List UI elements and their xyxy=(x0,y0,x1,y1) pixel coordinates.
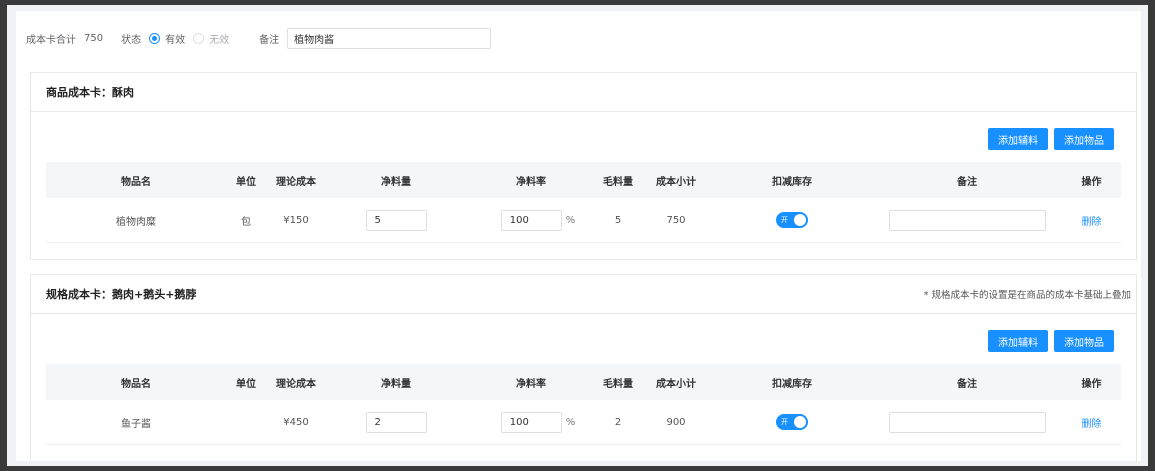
status-valid-label: 有效 xyxy=(165,34,186,46)
status-valid-radio[interactable]: 有效 xyxy=(149,31,185,46)
col-action: 操作 xyxy=(1081,176,1102,188)
card-actions: 添加辅料 添加物品 xyxy=(988,128,1114,150)
col-action: 操作 xyxy=(1081,378,1102,390)
item-subtotal: 750 xyxy=(666,214,686,226)
card-note: * 规格成本卡的设置是在商品的成本卡基础上叠加 xyxy=(923,290,1131,301)
percent-unit: % xyxy=(565,214,576,226)
col-theory-cost: 理论成本 xyxy=(276,378,316,390)
row-remark-input[interactable] xyxy=(888,411,1046,433)
delete-link[interactable]: 删除 xyxy=(1082,415,1102,430)
net-rate-input[interactable]: 100 xyxy=(500,209,562,231)
cost-table: 物品名 单位 理论成本 净料量 净料率 毛料量 成本小计 扣减库存 备注 操作 … xyxy=(46,364,1121,445)
deduct-stock-toggle[interactable]: 开 xyxy=(776,212,808,228)
percent-unit: % xyxy=(565,416,576,428)
item-theory-cost: ¥450 xyxy=(283,416,309,428)
toggle-knob xyxy=(794,416,806,428)
net-qty-cell: 2 xyxy=(326,411,466,433)
table-row: 植物肉糜 包 ¥150 5 100 % 5 750 开 删除 xyxy=(46,198,1121,243)
col-gross-qty: 毛料量 xyxy=(603,378,633,390)
item-unit: 包 xyxy=(241,216,251,228)
card-title: 规格成本卡：鹅肉+鹅头+鹅脖 xyxy=(46,288,197,301)
add-item-button[interactable]: 添加物品 xyxy=(1054,330,1114,352)
action-cell: 删除 xyxy=(1062,213,1121,228)
total-label: 成本卡合计 xyxy=(26,34,76,46)
remark-input[interactable]: 植物肉酱 xyxy=(287,27,492,49)
col-net-rate: 净料率 xyxy=(516,176,546,188)
net-qty-input[interactable]: 5 xyxy=(365,209,427,231)
col-unit: 单位 xyxy=(236,176,256,188)
remark-cell xyxy=(872,411,1062,433)
toggle-label: 开 xyxy=(781,216,788,224)
deduct-stock-cell: 开 xyxy=(712,212,872,228)
col-remark: 备注 xyxy=(957,378,977,390)
deduct-stock-cell: 开 xyxy=(712,414,872,430)
deduct-stock-toggle[interactable]: 开 xyxy=(776,414,808,430)
col-unit: 单位 xyxy=(236,378,256,390)
summary-bar: 成本卡合计 750 状态 有效 无效 备注 植物肉酱 xyxy=(26,27,1141,49)
col-item-name: 物品名 xyxy=(121,176,151,188)
net-qty-cell: 5 xyxy=(326,209,466,231)
col-theory-cost: 理论成本 xyxy=(276,176,316,188)
net-rate-cell: 100 % xyxy=(466,209,596,231)
col-deduct-stock: 扣减库存 xyxy=(772,378,812,390)
card-actions: 添加辅料 添加物品 xyxy=(988,330,1114,352)
item-name: 植物肉糜 xyxy=(116,216,156,228)
col-item-name: 物品名 xyxy=(121,378,151,390)
row-remark-input[interactable] xyxy=(888,209,1046,231)
main-content: 成本卡合计 750 状态 有效 无效 备注 植物肉酱 商品成本卡：酥肉 添加辅料… xyxy=(16,11,1141,461)
radio-checked-icon xyxy=(149,32,161,44)
col-net-qty: 净料量 xyxy=(381,176,411,188)
card-header: 规格成本卡：鹅肉+鹅头+鹅脖 * 规格成本卡的设置是在商品的成本卡基础上叠加 xyxy=(31,275,1136,314)
card-title: 商品成本卡：酥肉 xyxy=(46,86,134,99)
col-subtotal: 成本小计 xyxy=(656,176,696,188)
item-subtotal: 900 xyxy=(666,416,686,428)
item-gross-qty: 2 xyxy=(614,416,622,428)
net-rate-input[interactable]: 100 xyxy=(500,411,562,433)
col-subtotal: 成本小计 xyxy=(656,378,696,390)
action-cell: 删除 xyxy=(1062,415,1121,430)
status-invalid-radio[interactable]: 无效 xyxy=(193,31,229,46)
status-invalid-label: 无效 xyxy=(209,34,230,46)
cost-table: 物品名 单位 理论成本 净料量 净料率 毛料量 成本小计 扣减库存 备注 操作 … xyxy=(46,162,1121,243)
app-frame: 成本卡合计 750 状态 有效 无效 备注 植物肉酱 商品成本卡：酥肉 添加辅料… xyxy=(7,5,1148,466)
add-aux-button[interactable]: 添加辅料 xyxy=(988,128,1048,150)
item-theory-cost: ¥150 xyxy=(283,214,309,226)
table-row: 鱼子酱 ¥450 2 100 % 2 900 开 删除 xyxy=(46,400,1121,445)
remark-cell xyxy=(872,209,1062,231)
toggle-knob xyxy=(794,214,806,226)
add-item-button[interactable]: 添加物品 xyxy=(1054,128,1114,150)
radio-unchecked-icon xyxy=(193,32,205,44)
net-qty-input[interactable]: 2 xyxy=(365,411,427,433)
total-value: 750 xyxy=(84,32,104,44)
col-remark: 备注 xyxy=(957,176,977,188)
item-name: 鱼子酱 xyxy=(121,418,151,430)
status-label: 状态 xyxy=(121,34,142,46)
product-cost-card: 商品成本卡：酥肉 添加辅料 添加物品 物品名 单位 理论成本 净料量 净料率 毛… xyxy=(30,72,1137,260)
item-gross-qty: 5 xyxy=(614,214,622,226)
table-header: 物品名 单位 理论成本 净料量 净料率 毛料量 成本小计 扣减库存 备注 操作 xyxy=(46,364,1121,400)
remark-label: 备注 xyxy=(259,34,280,46)
toggle-label: 开 xyxy=(781,418,788,426)
table-header: 物品名 单位 理论成本 净料量 净料率 毛料量 成本小计 扣减库存 备注 操作 xyxy=(46,162,1121,198)
col-net-qty: 净料量 xyxy=(381,378,411,390)
col-gross-qty: 毛料量 xyxy=(603,176,633,188)
col-deduct-stock: 扣减库存 xyxy=(772,176,812,188)
delete-link[interactable]: 删除 xyxy=(1082,213,1102,228)
net-rate-cell: 100 % xyxy=(466,411,596,433)
spec-cost-card: 规格成本卡：鹅肉+鹅头+鹅脖 * 规格成本卡的设置是在商品的成本卡基础上叠加 添… xyxy=(30,274,1137,461)
card-header: 商品成本卡：酥肉 xyxy=(31,73,1136,112)
add-aux-button[interactable]: 添加辅料 xyxy=(988,330,1048,352)
col-net-rate: 净料率 xyxy=(516,378,546,390)
